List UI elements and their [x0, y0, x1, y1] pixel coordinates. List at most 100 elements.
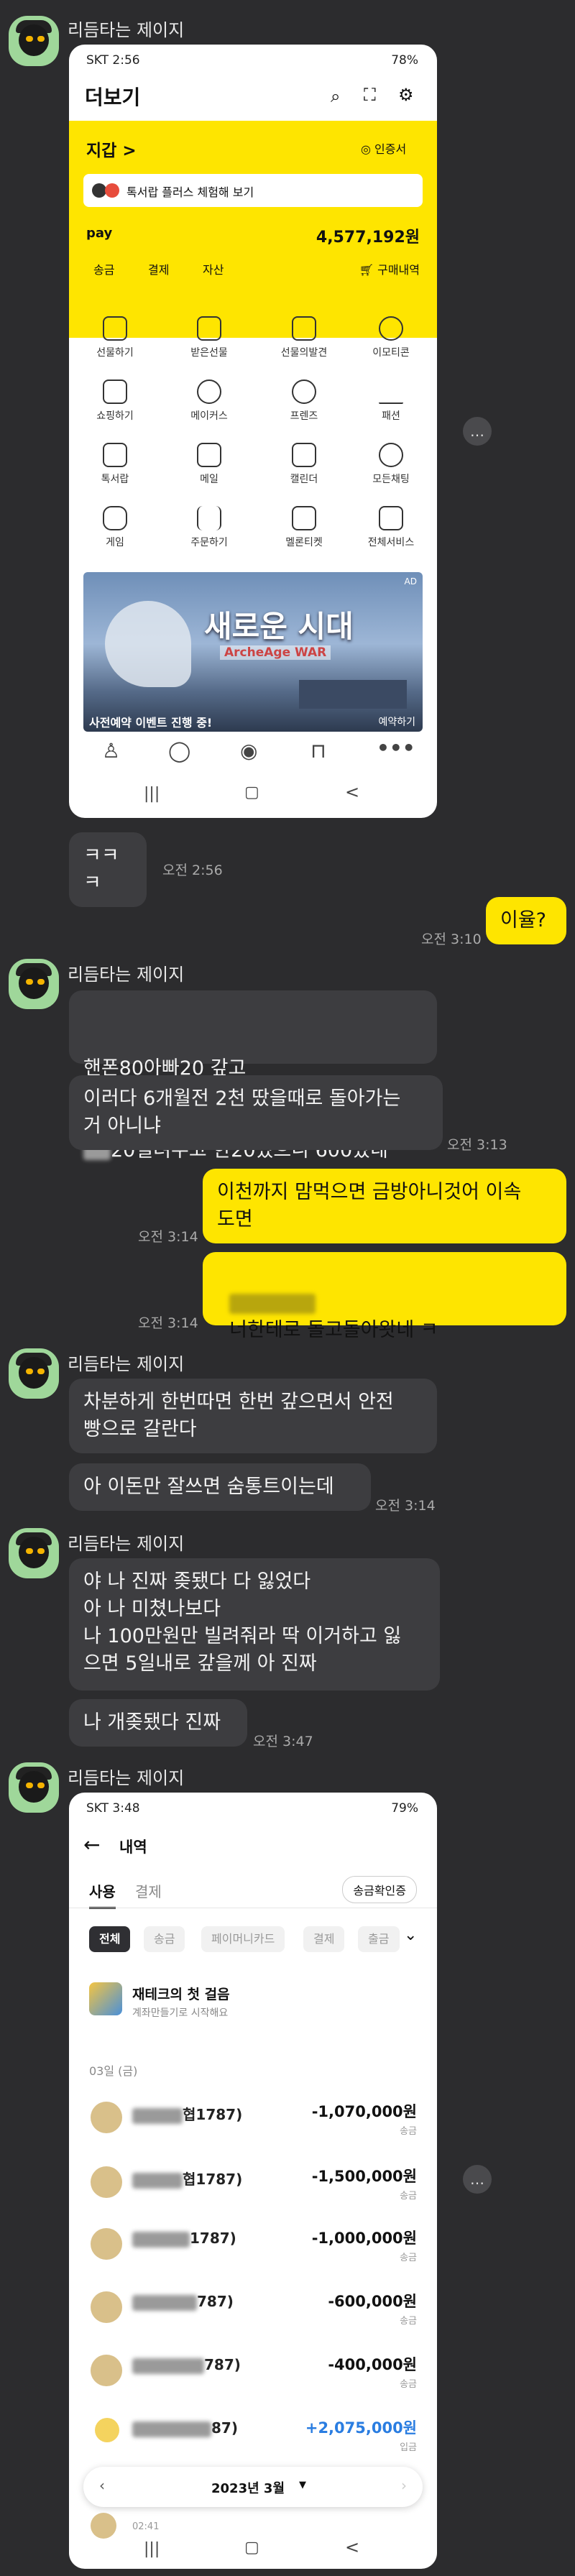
- back-arrow-icon[interactable]: ←: [83, 1833, 100, 1857]
- grid-fashion[interactable]: 패션: [351, 380, 431, 423]
- grid-order[interactable]: 주문하기: [170, 506, 249, 549]
- grid-emoticon[interactable]: 이모티콘: [351, 316, 431, 359]
- chat-tab-icon[interactable]: ◯: [168, 739, 190, 763]
- transaction-name[interactable]: 협1787): [132, 2168, 242, 2189]
- grid-game[interactable]: 게임: [75, 506, 155, 549]
- search-icon[interactable]: ⌕: [331, 86, 340, 106]
- grid-received-gift[interactable]: 받은선물: [170, 316, 249, 359]
- android-home-button[interactable]: ▢: [244, 2539, 259, 2557]
- grid-makers[interactable]: 메이커스: [170, 380, 249, 423]
- transaction-name[interactable]: 787): [132, 2293, 234, 2311]
- transaction-name[interactable]: 787): [132, 2356, 241, 2374]
- message-bubble[interactable]: 야 나 진짜 좆됐다 다 잃었다 아 나 미쳤나보다 나 100만원만 빌려줘라…: [69, 1558, 440, 1690]
- view-tab-icon[interactable]: ◉: [240, 739, 257, 763]
- avatar[interactable]: [9, 16, 59, 66]
- grid-shopping[interactable]: 쇼핑하기: [75, 380, 155, 423]
- grid-all-services[interactable]: 전체서비스: [351, 506, 431, 549]
- transfer-icon: [91, 2291, 122, 2323]
- transaction-amount: -1,000,000원: [311, 2230, 417, 2247]
- transfer-confirm-button[interactable]: 송금확인증: [342, 1876, 417, 1903]
- filter-chip-paymoney-card[interactable]: 페이머니카드: [201, 1926, 285, 1952]
- my-message-bubble[interactable]: 이율?: [486, 897, 566, 944]
- scan-icon[interactable]: ⛶: [364, 85, 376, 105]
- grid-gift-discovery[interactable]: 선물의발견: [264, 316, 344, 359]
- ad-banner[interactable]: 새로운 시대 ArcheAge WAR AD 사전예약 이벤트 진행 중! 예약…: [83, 572, 423, 732]
- message-bubble[interactable]: 이러다 6개월전 2천 땄을때로 돌아가는 거 아니냐: [69, 1075, 443, 1150]
- makers-icon: [197, 380, 221, 404]
- android-back-button[interactable]: <: [345, 782, 359, 802]
- chevron-right-icon[interactable]: ›: [401, 2477, 407, 2494]
- chat-bubble-icon: [379, 443, 403, 467]
- transaction-amount: -1,500,000원: [311, 2168, 417, 2185]
- avatar[interactable]: [9, 1528, 59, 1578]
- android-recent-button[interactable]: |||: [144, 785, 160, 803]
- android-home-button[interactable]: ▢: [244, 783, 259, 801]
- chevron-left-icon[interactable]: ‹: [99, 2477, 105, 2494]
- grid-friends[interactable]: 프렌즈: [264, 380, 344, 423]
- my-message-bubble[interactable]: 이천까지 맘먹으면 금방아니것어 이속 도면: [203, 1169, 566, 1243]
- heart-gift-icon: [197, 316, 221, 341]
- shopping-tab-icon[interactable]: ⊓: [310, 739, 326, 763]
- page-title: 내역: [119, 1839, 147, 1856]
- message-bubble[interactable]: 차분하게 한번따면 한번 갚으면서 안전 빵으로 갈란다: [69, 1379, 437, 1453]
- order-history-link[interactable]: 🛒︎ 구매내역: [359, 260, 420, 277]
- pay-tab-asset[interactable]: 자산: [203, 260, 224, 277]
- message-bubble[interactable]: ㅋㅋㅋ: [69, 832, 147, 907]
- grid-mail[interactable]: 메일: [170, 443, 249, 486]
- transaction-name[interactable]: 협1787): [132, 2103, 242, 2124]
- filter-chip-send[interactable]: 송금: [144, 1926, 185, 1952]
- wallet-link[interactable]: 지갑 >: [86, 137, 137, 161]
- android-recent-button[interactable]: |||: [144, 2540, 160, 2558]
- message-bubble[interactable]: 아 이돈만 잘쓰면 숨통트이는데: [69, 1463, 371, 1511]
- avatar[interactable]: [9, 1762, 59, 1813]
- gear-icon[interactable]: ⚙: [398, 85, 414, 105]
- my-message-bubble[interactable]: 너한테로 돌고돌아왓네 ㅋ: [203, 1252, 566, 1341]
- grid-gift[interactable]: 선물하기: [75, 316, 155, 359]
- screenshot-more-tab[interactable]: SKT 2:56 78% 더보기 ⌕ ⛶ ⚙ 지갑 > ◎ 인증서 톡서랍 플러…: [69, 45, 437, 818]
- month-selector[interactable]: ‹ 2023년 3월 ▼ ›: [83, 2467, 423, 2507]
- promo-title[interactable]: 재테크의 첫 걸음: [132, 1984, 230, 2003]
- drawer-promo-banner[interactable]: 톡서랍 플러스 체험해 보기: [83, 174, 423, 207]
- grid-open-chat[interactable]: 모든채팅: [351, 443, 431, 486]
- message-time: 오전 3:14: [138, 1315, 198, 1331]
- grid-melon-ticket[interactable]: 멜론티켓: [264, 506, 344, 549]
- avatar[interactable]: [9, 959, 59, 1009]
- chevron-down-icon[interactable]: ⌄: [404, 1926, 417, 1944]
- transaction-type: 송금: [400, 2126, 417, 2137]
- reaction-icon[interactable]: …: [463, 2165, 492, 2194]
- transaction-name[interactable]: 87): [132, 2419, 238, 2437]
- tab-use[interactable]: 사용: [89, 1880, 116, 1909]
- android-back-button[interactable]: <: [345, 2537, 359, 2557]
- redacted-text: [132, 2172, 183, 2189]
- pay-tab-payment[interactable]: 결제: [148, 260, 169, 277]
- tab-payment[interactable]: 결제: [135, 1880, 162, 1901]
- certificate-link[interactable]: ◎ 인증서: [361, 139, 406, 157]
- message-bubble[interactable]: 핸폰80아빠20 갚고 20빌려주고 한20썼으니 600땄네: [69, 990, 437, 1162]
- status-battery: 78%: [391, 53, 418, 68]
- transaction-type: 송금: [400, 2191, 417, 2202]
- sender-name: 리듬타는 제이지: [68, 1768, 185, 1788]
- sender-name: 리듬타는 제이지: [68, 20, 185, 40]
- message-time: 오전 3:47: [253, 1734, 313, 1749]
- pay-tab-send[interactable]: 송금: [93, 260, 114, 277]
- redacted-text: [132, 2358, 204, 2374]
- avatar[interactable]: [9, 1348, 59, 1399]
- screenshot-history[interactable]: SKT 3:48 79% ← 내역 사용 결제 송금확인증 전체 송금 페이머니…: [69, 1793, 437, 2569]
- banner-reserve-link[interactable]: 예약하기: [378, 714, 415, 729]
- more-tab-icon[interactable]: •••: [377, 736, 415, 760]
- friends-tab-icon[interactable]: ♙: [102, 739, 120, 763]
- grid-drawer[interactable]: 톡서랍: [75, 443, 155, 486]
- filter-chip-all[interactable]: 전체: [89, 1926, 131, 1952]
- status-carrier-time: SKT 3:48: [86, 1801, 140, 1816]
- grid-calendar[interactable]: 캘린더: [264, 443, 344, 486]
- gamepad-icon: [103, 506, 127, 530]
- transfer-icon: [91, 2355, 122, 2386]
- filter-chip-payment[interactable]: 결제: [303, 1926, 345, 1952]
- transaction-amount: -400,000원: [328, 2356, 417, 2373]
- pay-balance[interactable]: 4,577,192원: [316, 224, 420, 247]
- reaction-icon[interactable]: …: [463, 417, 492, 446]
- transaction-name[interactable]: 1787): [132, 2230, 236, 2248]
- message-bubble[interactable]: 나 개좆됐다 진짜: [69, 1699, 247, 1747]
- month-label[interactable]: 2023년 3월: [211, 2478, 285, 2497]
- filter-chip-withdraw[interactable]: 출금: [358, 1926, 400, 1952]
